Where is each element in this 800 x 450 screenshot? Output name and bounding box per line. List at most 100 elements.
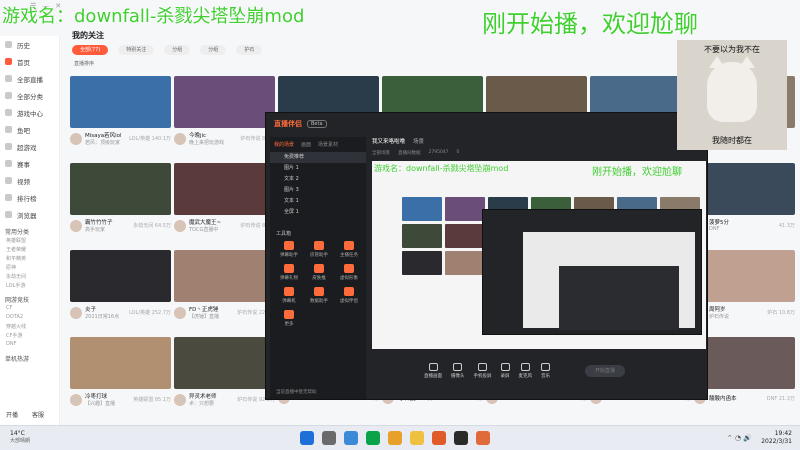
filter-tab[interactable]: 特别关注 bbox=[118, 45, 155, 55]
sidebar-item[interactable]: 历史 bbox=[0, 36, 59, 53]
stream-card[interactable]: 魔武大魔王~ TOCG直播中 炉石传说 8.5万 bbox=[174, 163, 275, 248]
source-item[interactable]: 图片 1 bbox=[270, 163, 366, 174]
stream-card[interactable]: Misaya若风lol 若风：顶级玩家 LOL/英雄 140.1万 bbox=[70, 76, 171, 161]
taskbar-app-icon[interactable] bbox=[388, 431, 402, 445]
sidebar-link[interactable]: DNF bbox=[6, 341, 33, 350]
tool-button[interactable]: 更多 bbox=[274, 310, 304, 327]
source-item[interactable]: 图片 3 bbox=[270, 185, 366, 196]
sidebar-item[interactable]: 首页 bbox=[0, 53, 59, 70]
source-tab[interactable]: 画面 bbox=[301, 141, 311, 148]
stream-thumbnail[interactable] bbox=[174, 76, 275, 128]
streamer-avatar[interactable] bbox=[174, 393, 186, 406]
stream-card[interactable]: 菠萝5分 DNF 41.3万 bbox=[694, 163, 795, 248]
stream-thumbnail[interactable] bbox=[70, 163, 171, 215]
stream-card[interactable]: 今晚jic 晚上来把玩游戏 炉石传说 8.3万 bbox=[174, 76, 275, 161]
sidebar-link[interactable]: 原神 bbox=[6, 264, 33, 273]
broadcast-control[interactable]: 麦克风 bbox=[519, 363, 532, 379]
stream-card[interactable]: 酸酸内函本 DNF 21.3万 bbox=[694, 337, 795, 422]
sidebar-link[interactable]: 英雄联盟 bbox=[6, 237, 33, 246]
stream-thumbnail[interactable] bbox=[694, 250, 795, 302]
taskbar-app-icon[interactable] bbox=[410, 431, 424, 445]
filter-tab[interactable]: 护石 bbox=[236, 45, 263, 55]
broadcast-control[interactable]: 摄像头 bbox=[451, 363, 465, 379]
scene-tab[interactable]: 场景 bbox=[413, 137, 424, 147]
system-tray-icons[interactable]: ⌃ ◔ 🔊 bbox=[727, 434, 752, 442]
streamer-avatar[interactable] bbox=[70, 306, 82, 319]
taskbar-app-icon[interactable] bbox=[432, 431, 446, 445]
start-broadcast-button[interactable]: 开始直播 bbox=[585, 365, 625, 377]
filter-tab[interactable]: 分组 bbox=[200, 45, 227, 55]
stream-thumbnail[interactable] bbox=[694, 163, 795, 215]
sidebar-link[interactable]: DOTA2 bbox=[6, 314, 33, 323]
sidebar-item[interactable]: 游戏中心 bbox=[0, 104, 59, 121]
streamer-avatar[interactable] bbox=[70, 132, 82, 145]
taskbar-app-icon[interactable] bbox=[476, 431, 490, 445]
stream-thumbnail[interactable] bbox=[694, 337, 795, 389]
stream-card[interactable]: FD丶正虎锤 【虎锤】直播 炉石传说 22.7万 bbox=[174, 250, 275, 335]
stream-card[interactable]: 异灵术老师 术：只想要 炉石传说 92.3万 bbox=[174, 337, 275, 422]
sidebar-link[interactable]: 和平精英 bbox=[6, 255, 33, 264]
filter-tab[interactable]: 全部(77) bbox=[72, 45, 109, 55]
sidebar-item[interactable]: 视频 bbox=[0, 172, 59, 189]
taskbar-app-icon[interactable] bbox=[300, 431, 314, 445]
streamer-avatar[interactable] bbox=[174, 306, 186, 319]
stream-thumbnail[interactable] bbox=[70, 76, 171, 128]
stream-thumbnail[interactable] bbox=[70, 337, 171, 389]
sidebar-link[interactable]: 永劫无间 bbox=[6, 273, 33, 282]
source-item[interactable]: 文本 1 bbox=[270, 196, 366, 207]
filter-tab[interactable]: 分组 bbox=[164, 45, 191, 55]
broadcast-control[interactable]: 手机投屏 bbox=[474, 363, 492, 379]
tool-button[interactable]: 主播任务 bbox=[334, 241, 364, 258]
source-item[interactable]: 全屏 1 bbox=[270, 207, 366, 218]
taskbar-app-icon[interactable] bbox=[454, 431, 468, 445]
sidebar-item[interactable]: 浏览器 bbox=[0, 206, 59, 223]
sidebar-item[interactable]: 超游戏 bbox=[0, 138, 59, 155]
stream-thumbnail[interactable] bbox=[174, 163, 275, 215]
support-link[interactable]: 客服 bbox=[32, 410, 44, 419]
tool-button[interactable]: 虚拟伴侣 bbox=[334, 287, 364, 304]
tool-button[interactable]: 皮肤推 bbox=[304, 264, 334, 281]
stream-card[interactable]: 霸竹竹竹子 高手玩家 永劫无间 64.5万 bbox=[70, 163, 171, 248]
sidebar-link[interactable]: CF bbox=[6, 305, 33, 314]
stream-card[interactable]: 炎子 2021日常16点 LOL/英雄 252.7万 bbox=[70, 250, 171, 335]
broadcast-control[interactable]: 音乐 bbox=[541, 363, 550, 379]
scene-tab[interactable]: 我又来咯啦噜 bbox=[372, 137, 405, 147]
start-broadcast-link[interactable]: 开播 bbox=[6, 410, 18, 419]
taskbar-app-icon[interactable] bbox=[366, 431, 380, 445]
sidebar-link[interactable]: LOL手游 bbox=[6, 282, 33, 291]
source-tab[interactable]: 我的场景 bbox=[274, 141, 294, 148]
stream-card[interactable]: 冷枣打球 【兴趣】直播 英雄联盟 85.1万 bbox=[70, 337, 171, 422]
sidebar-item[interactable]: 全部分类 bbox=[0, 87, 59, 104]
clock[interactable]: 19:42 2022/3/31 bbox=[761, 430, 792, 446]
stream-thumbnail[interactable] bbox=[174, 250, 275, 302]
streamer-avatar[interactable] bbox=[174, 132, 186, 145]
streamer-avatar[interactable] bbox=[70, 219, 82, 232]
taskbar-app-icon[interactable] bbox=[344, 431, 358, 445]
stream-card[interactable]: 周阿岁 炉石传说 炉石 10.8万 bbox=[694, 250, 795, 335]
tool-button[interactable]: 弹幕礼物 bbox=[274, 264, 304, 281]
sidebar-link[interactable]: 王者荣耀 bbox=[6, 246, 33, 255]
broadcast-control[interactable]: 录屏 bbox=[500, 363, 510, 379]
stream-thumbnail[interactable] bbox=[174, 337, 275, 389]
sidebar-link[interactable]: CF手游 bbox=[6, 332, 33, 341]
sidebar-item[interactable]: 鱼吧 bbox=[0, 121, 59, 138]
tool-button[interactable]: 虚拟形象 bbox=[334, 264, 364, 281]
sidebar-link[interactable]: 穿越火线 bbox=[6, 323, 33, 332]
source-item[interactable]: 免费推荐 bbox=[270, 152, 366, 163]
tool-button[interactable]: 数据助手 bbox=[304, 287, 334, 304]
sidebar-item[interactable]: 排行榜 bbox=[0, 189, 59, 206]
tool-button[interactable]: 弹幕助手 bbox=[274, 241, 304, 258]
sidebar-item[interactable]: 赛事 bbox=[0, 155, 59, 172]
sort-control[interactable]: 直播排序 bbox=[74, 60, 94, 67]
broadcast-control[interactable]: 直播画面 bbox=[424, 363, 442, 379]
weather-widget[interactable]: 14°C 大部晴朗 bbox=[10, 430, 30, 444]
source-item[interactable]: 文本 2 bbox=[270, 174, 366, 185]
tool-button[interactable]: 房管助手 bbox=[304, 241, 334, 258]
stream-thumbnail[interactable] bbox=[70, 250, 171, 302]
sidebar-item[interactable]: 全部直播 bbox=[0, 70, 59, 87]
taskbar-app-icon[interactable] bbox=[322, 431, 336, 445]
source-tab[interactable]: 场景素材 bbox=[318, 141, 338, 148]
streamer-avatar[interactable] bbox=[70, 393, 82, 406]
streamer-avatar[interactable] bbox=[174, 219, 186, 232]
tool-button[interactable]: 弹幕机 bbox=[274, 287, 304, 304]
